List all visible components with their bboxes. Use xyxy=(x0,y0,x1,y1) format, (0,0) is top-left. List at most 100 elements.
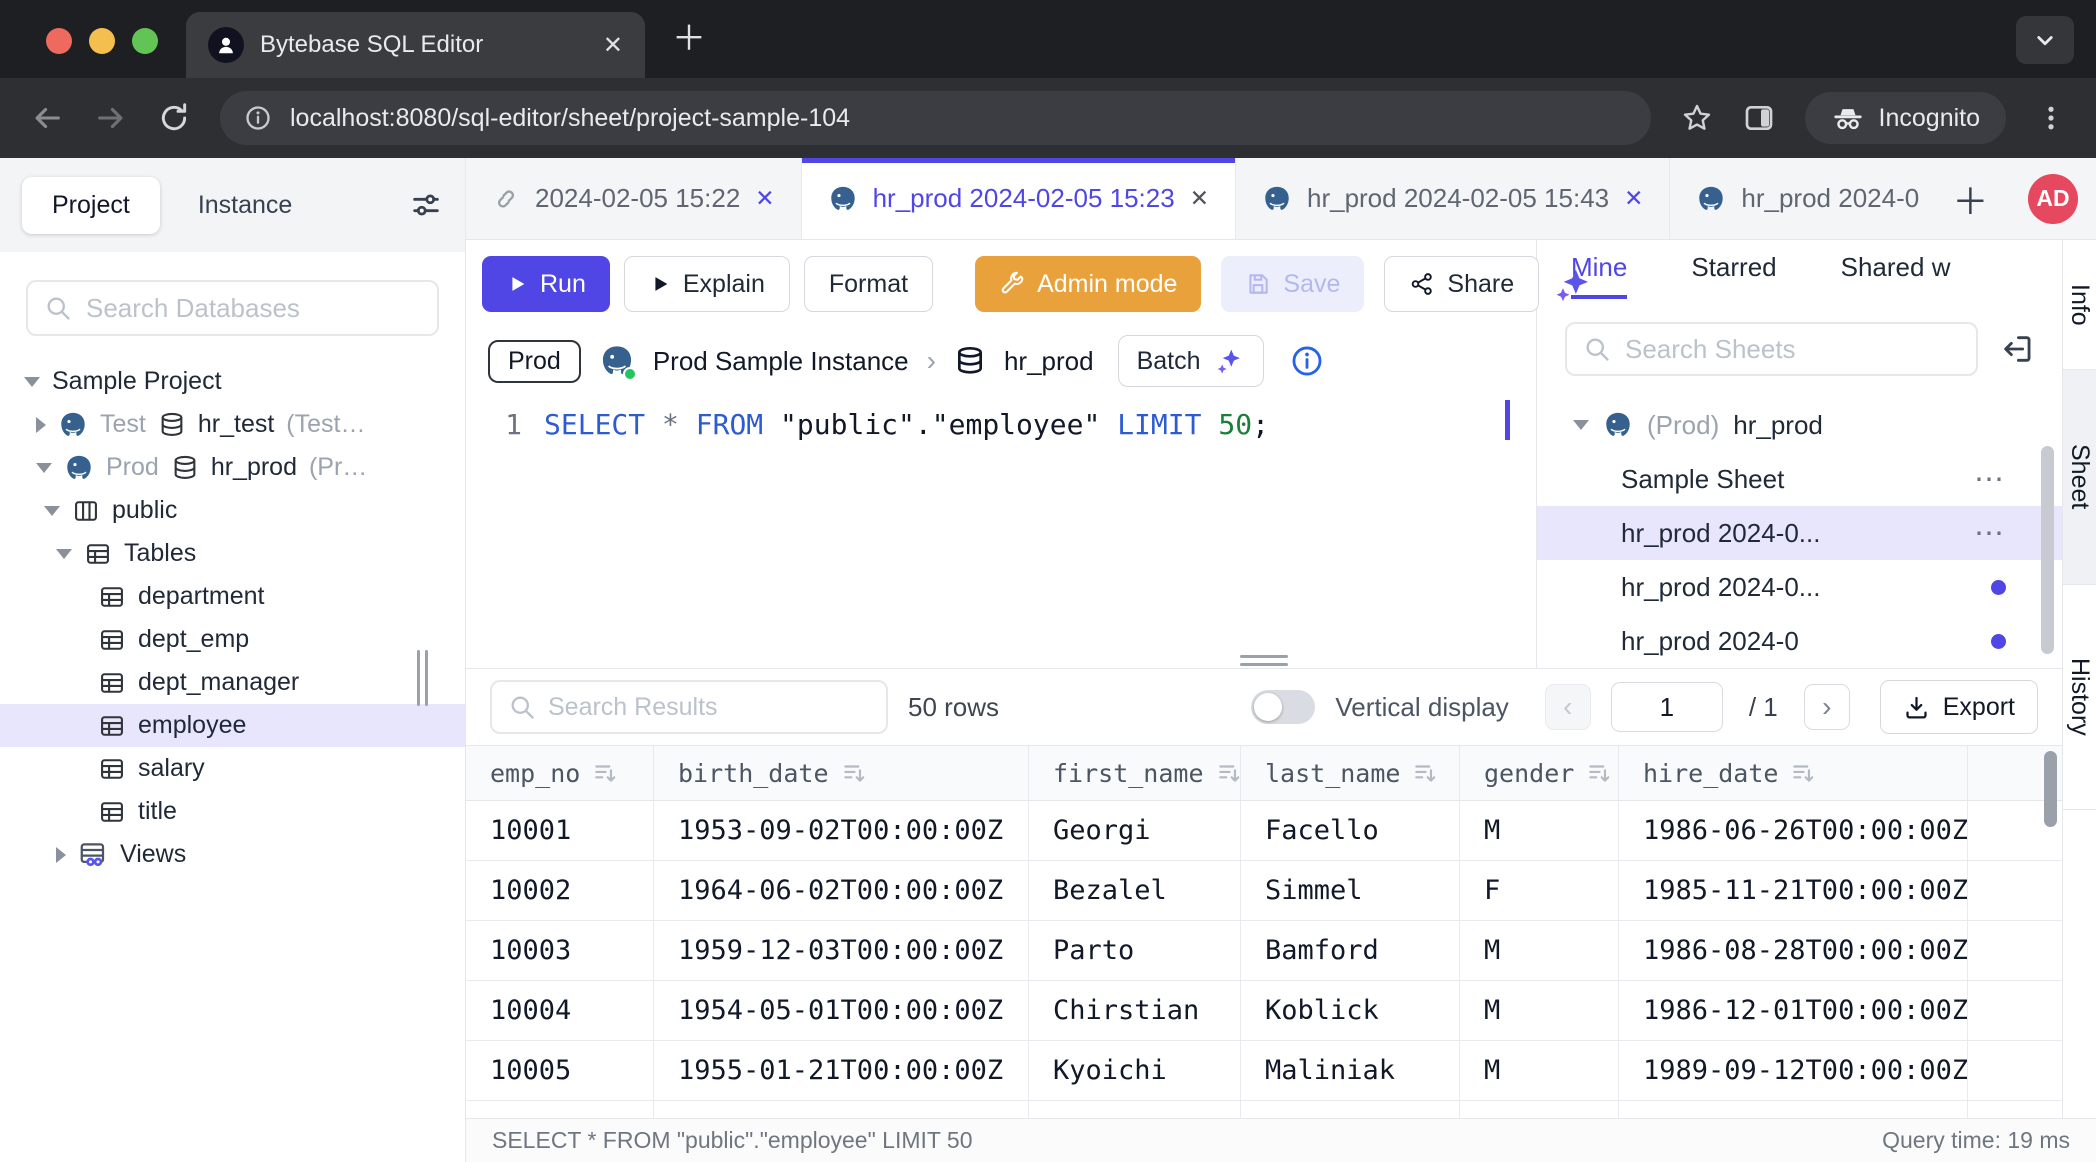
table-cell[interactable]: 1986-06-26T00:00:00Z xyxy=(1619,801,1968,860)
explain-button[interactable]: Explain xyxy=(624,256,790,312)
column-header-hire_date[interactable]: hire_date xyxy=(1619,746,1968,800)
table-cell[interactable]: 10004 xyxy=(466,981,654,1040)
table-cell[interactable]: 1959-12-03T00:00:00Z xyxy=(654,921,1029,980)
next-page-button[interactable]: › xyxy=(1804,684,1850,730)
table-cell[interactable]: Facello xyxy=(1241,801,1460,860)
table-cell[interactable]: 1986-08-28T00:00:00Z xyxy=(1619,921,1968,980)
tree-item-table-department[interactable]: department xyxy=(0,575,465,618)
table-cell[interactable]: M xyxy=(1460,1041,1619,1100)
table-cell[interactable]: F xyxy=(1460,1101,1619,1118)
admin-mode-button[interactable]: Admin mode xyxy=(975,256,1201,312)
chevron-down-icon[interactable] xyxy=(1573,420,1589,430)
table-cell[interactable]: Maliniak xyxy=(1241,1041,1460,1100)
search-sheets-input[interactable] xyxy=(1625,334,1960,365)
search-results-input[interactable] xyxy=(548,693,870,722)
more-menu-icon[interactable]: ⋯ xyxy=(1974,462,2006,497)
tree-item-table-dept-emp[interactable]: dept_emp xyxy=(0,618,465,661)
chevron-down-icon[interactable] xyxy=(44,506,60,516)
tree-item-hr-test[interactable]: Test hr_test (Test… xyxy=(0,403,465,446)
tab-starred[interactable]: Starred xyxy=(1691,252,1776,295)
table-cell[interactable]: 1954-05-01T00:00:00Z xyxy=(654,981,1029,1040)
table-cell[interactable]: M xyxy=(1460,921,1619,980)
results-search[interactable] xyxy=(490,680,888,734)
window-zoom-button[interactable] xyxy=(132,28,158,54)
tab-shared[interactable]: Shared w xyxy=(1841,252,1951,295)
tab-history[interactable]: History xyxy=(2063,585,2096,810)
table-cell[interactable]: M xyxy=(1460,981,1619,1040)
table-cell[interactable]: 1989-06-02T00:00:00Z xyxy=(1619,1101,1968,1118)
sheet-item[interactable]: Sample Sheet ⋯ xyxy=(1537,452,2062,506)
search-databases-input[interactable] xyxy=(86,293,421,324)
table-cell[interactable]: 1953-09-02T00:00:00Z xyxy=(654,801,1029,860)
share-button[interactable]: Share xyxy=(1384,256,1539,312)
tree-item-schema-public[interactable]: public xyxy=(0,489,465,532)
table-cell[interactable]: Preusig xyxy=(1241,1101,1460,1118)
column-header-emp_no[interactable]: emp_no xyxy=(466,746,654,800)
chevron-right-icon[interactable] xyxy=(36,417,46,433)
ai-sparkles-icon[interactable] xyxy=(1553,264,1593,304)
tab-info[interactable]: Info xyxy=(2063,240,2096,370)
info-icon[interactable] xyxy=(1290,344,1324,378)
chevron-down-icon[interactable] xyxy=(36,463,52,473)
export-button[interactable]: Export xyxy=(1880,680,2038,734)
sql-editor[interactable]: 1 SELECT * FROM "public"."employee" LIMI… xyxy=(466,394,1536,668)
side-panel-icon[interactable] xyxy=(1743,102,1775,134)
format-button[interactable]: Format xyxy=(804,256,933,312)
tab-project[interactable]: Project xyxy=(22,177,160,234)
chevron-down-icon[interactable] xyxy=(24,377,40,387)
table-cell[interactable]: 10006 xyxy=(466,1101,654,1118)
table-cell[interactable]: 10001 xyxy=(466,801,654,860)
save-button[interactable]: Save xyxy=(1221,256,1364,312)
browser-menu-kebab-icon[interactable] xyxy=(2036,103,2066,133)
sort-icon[interactable] xyxy=(1412,760,1438,786)
bookmark-star-icon[interactable] xyxy=(1681,102,1713,134)
table-cell[interactable]: Bamford xyxy=(1241,921,1460,980)
table-cell[interactable]: Parto xyxy=(1029,921,1241,980)
run-button[interactable]: Run xyxy=(482,256,610,312)
window-close-button[interactable] xyxy=(46,28,72,54)
sheet-item[interactable]: hr_prod 2024-0... xyxy=(1537,560,2062,614)
worksheet-tab-2-active[interactable]: hr_prod 2024-02-05 15:23 ✕ xyxy=(802,158,1236,239)
browser-tab[interactable]: Bytebase SQL Editor ✕ xyxy=(186,12,645,78)
site-info-icon[interactable] xyxy=(244,104,272,132)
user-avatar[interactable]: AD xyxy=(2028,174,2078,224)
table-cell[interactable]: F xyxy=(1460,861,1619,920)
sheet-search[interactable] xyxy=(1565,322,1978,376)
sheet-item-selected[interactable]: hr_prod 2024-0... ⋯ xyxy=(1537,506,2062,560)
reload-icon[interactable] xyxy=(158,102,190,134)
window-minimize-button[interactable] xyxy=(89,28,115,54)
chevron-right-icon[interactable] xyxy=(56,847,66,863)
table-cell[interactable]: 1964-06-02T00:00:00Z xyxy=(654,861,1029,920)
table-cell[interactable]: Kyoichi xyxy=(1029,1041,1241,1100)
sort-icon[interactable] xyxy=(1586,760,1612,786)
column-header-last_name[interactable]: last_name xyxy=(1241,746,1460,800)
tree-group-views[interactable]: Views xyxy=(0,833,465,876)
table-cell[interactable]: Koblick xyxy=(1241,981,1460,1040)
results-resize-handle[interactable] xyxy=(1240,655,1288,666)
table-cell[interactable]: Anneke xyxy=(1029,1101,1241,1118)
tree-item-hr-prod[interactable]: Prod hr_prod (Pr… xyxy=(0,446,465,489)
worksheet-tab-1[interactable]: 2024-02-05 15:22 ✕ xyxy=(466,158,802,239)
database-search[interactable] xyxy=(26,280,439,336)
column-header-first_name[interactable]: first_name xyxy=(1029,746,1241,800)
sql-code-line[interactable]: SELECT * FROM "public"."employee" LIMIT … xyxy=(544,408,1269,668)
tree-item-project[interactable]: Sample Project xyxy=(0,360,465,403)
table-cell[interactable]: 10005 xyxy=(466,1041,654,1100)
table-cell[interactable]: 10003 xyxy=(466,921,654,980)
more-menu-icon[interactable]: ⋯ xyxy=(1974,516,2006,551)
tab-search-chevron-icon[interactable] xyxy=(2016,16,2074,64)
import-sheet-icon[interactable] xyxy=(2000,332,2034,366)
new-worksheet-button[interactable]: ＋ xyxy=(1952,173,1988,225)
table-cell[interactable]: Georgi xyxy=(1029,801,1241,860)
tree-item-table-salary[interactable]: salary xyxy=(0,747,465,790)
table-cell[interactable]: M xyxy=(1460,801,1619,860)
tab-sheet[interactable]: Sheet xyxy=(2063,370,2096,585)
table-cell[interactable]: 1985-11-21T00:00:00Z xyxy=(1619,861,1968,920)
table-cell[interactable]: 1986-12-01T00:00:00Z xyxy=(1619,981,1968,1040)
new-browser-tab-button[interactable]: ＋ xyxy=(672,24,706,54)
batch-button[interactable]: Batch xyxy=(1118,335,1264,387)
tree-item-table-dept-manager[interactable]: dept_manager xyxy=(0,661,465,704)
tree-group-tables[interactable]: Tables xyxy=(0,532,465,575)
table-cell[interactable]: Bezalel xyxy=(1029,861,1241,920)
sort-icon[interactable] xyxy=(1790,760,1816,786)
